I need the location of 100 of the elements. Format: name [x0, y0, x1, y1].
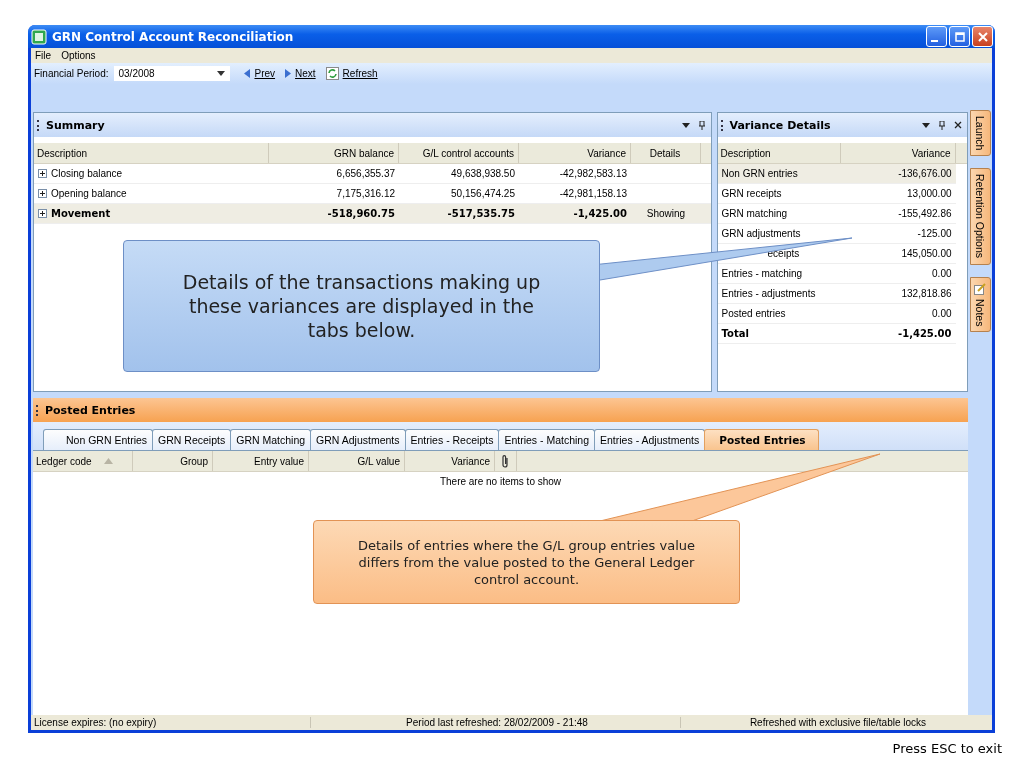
side-tab[interactable]: Retention Options [969, 168, 991, 265]
close-icon[interactable] [954, 121, 962, 129]
table-cell: Movement [51, 208, 111, 219]
tab[interactable]: GRN Matching [230, 429, 312, 450]
table-cell: Posted entries [721, 308, 786, 319]
table-cell: 13,000.00 [907, 188, 952, 199]
panel-title: Posted Entries [45, 403, 137, 417]
table-row[interactable]: Entries - matching 0.00 [717, 264, 956, 284]
column-header[interactable]: Variance [405, 451, 495, 471]
table-row[interactable]: Total -1,425.00 [717, 324, 956, 344]
close-button[interactable] [972, 26, 993, 47]
maximize-icon [954, 31, 965, 42]
status-text: Period last refreshed: 28/02/2009 - 21:48 [311, 717, 681, 728]
menu-item[interactable]: File [35, 50, 52, 61]
column-header[interactable]: Group [133, 451, 213, 471]
toolbar-button[interactable]: Refresh [325, 67, 378, 80]
window-title: GRN Control Account Reconciliation [52, 29, 295, 44]
exit-hint: Press ESC to exit [892, 741, 1002, 756]
table-row[interactable]: Movement -518,960.75 -517,535.75 -1,425.00 Showing [34, 204, 711, 224]
left-arrow-icon [244, 69, 251, 78]
dropdown-arrow-icon [217, 71, 226, 76]
table-cell: 6,656,355.37 [336, 168, 395, 179]
table-cell: -42,981,158.13 [559, 188, 627, 199]
table-cell: -1,425.00 [898, 328, 952, 339]
tab[interactable]: Entries - Receipts [404, 429, 500, 450]
table-cell: Showing [646, 208, 686, 219]
table-cell: 49,638,938.50 [451, 168, 515, 179]
table-cell: eceipts [767, 248, 800, 259]
pin-icon[interactable] [697, 120, 706, 130]
table-cell: Opening balance [51, 188, 127, 199]
table-row[interactable]: Entries - adjustments 132,818.86 [717, 284, 956, 304]
table-cell: 145,050.00 [901, 248, 952, 259]
table-cell: Total [721, 328, 749, 339]
status-text: License expires: (no expiry) [31, 717, 311, 728]
callout: Details of the transactions making up these variances are displayed in the tabs below. [123, 240, 600, 372]
period-dropdown[interactable]: 03/2008 [114, 66, 231, 81]
close-icon [977, 31, 988, 42]
panel-title: Variance Details [729, 118, 832, 132]
column-header[interactable]: Ledger code [33, 451, 133, 471]
table-cell: -1,425.00 [573, 208, 627, 219]
paperclip-icon[interactable] [501, 454, 509, 468]
column-header[interactable]: Variance [519, 143, 631, 163]
column-header[interactable]: Variance [840, 143, 956, 163]
tab[interactable]: Non GRN Entries [43, 429, 154, 450]
toolbar-button[interactable]: Prev [244, 68, 276, 79]
refresh-icon [325, 67, 339, 80]
minimize-button[interactable] [926, 26, 947, 47]
expand-icon[interactable] [38, 189, 47, 198]
table-cell: GRN receipts [721, 188, 782, 199]
table-cell: Closing balance [51, 168, 123, 179]
dropdown-icon[interactable] [681, 122, 690, 128]
table-row[interactable]: Posted entries 0.00 [717, 304, 956, 324]
minimize-icon [931, 39, 938, 42]
dropdown-icon[interactable] [922, 122, 930, 128]
column-header[interactable]: G/L value [309, 451, 405, 471]
tab[interactable]: Entries - Adjustments [594, 429, 706, 450]
table-row[interactable]: GRN matching -155,492.86 [717, 204, 956, 224]
table-cell: -136,676.00 [898, 168, 952, 179]
status-text: Refreshed with exclusive file/table locks [748, 717, 928, 728]
table-row[interactable]: GRN receipts 13,000.00 [717, 184, 956, 204]
toolbar-button[interactable]: Next [285, 68, 316, 79]
pin-icon[interactable] [938, 120, 946, 130]
table-cell: -518,960.75 [327, 208, 395, 219]
right-arrow-icon [285, 69, 292, 78]
maximize-button[interactable] [949, 26, 970, 47]
empty-message: There are no items to show [439, 476, 562, 488]
table-cell: GRN adjustments [721, 228, 801, 239]
table-cell: 7,175,316.12 [336, 188, 395, 199]
table-cell: Non GRN entries [721, 168, 798, 179]
table-cell: -155,492.86 [898, 208, 952, 219]
note-icon [974, 282, 986, 295]
column-header[interactable]: Description [34, 143, 269, 163]
table-cell: Entries - adjustments [721, 288, 816, 299]
menu-item[interactable]: Options [61, 50, 96, 61]
column-header[interactable]: Description [717, 143, 841, 163]
sort-icon [103, 458, 113, 464]
side-tab[interactable]: Notes [969, 276, 991, 332]
panel-title: Summary [46, 118, 106, 132]
table-cell: GRN matching [721, 208, 788, 219]
tab[interactable]: GRN Adjustments [310, 429, 406, 450]
tab[interactable]: GRN Receipts [152, 429, 232, 450]
column-header[interactable]: Details [631, 143, 701, 163]
side-tab[interactable]: Launch [969, 110, 991, 157]
table-row[interactable]: Non GRN entries -136,676.00 [717, 164, 956, 184]
expand-icon[interactable] [38, 169, 47, 178]
table-cell: Entries - matching [721, 268, 803, 279]
period-label: Financial Period: [34, 68, 109, 79]
table-cell: -517,535.75 [447, 208, 515, 219]
column-header[interactable]: GRN balance [269, 143, 399, 163]
table-cell: 0.00 [932, 308, 952, 319]
table-cell: 50,156,474.25 [451, 188, 515, 199]
column-header[interactable]: G/L control accounts [399, 143, 519, 163]
app-icon [31, 28, 47, 45]
table-row[interactable]: Closing balance 6,656,355.37 49,638,938.50 -42,982,583.13 [34, 164, 711, 184]
tab[interactable]: Posted Entries [704, 429, 819, 450]
table-cell: -125.00 [917, 228, 952, 239]
tab[interactable]: Entries - Matching [498, 429, 596, 450]
expand-icon[interactable] [38, 209, 47, 218]
column-header[interactable]: Entry value [213, 451, 309, 471]
table-cell: -42,982,583.13 [559, 168, 627, 179]
